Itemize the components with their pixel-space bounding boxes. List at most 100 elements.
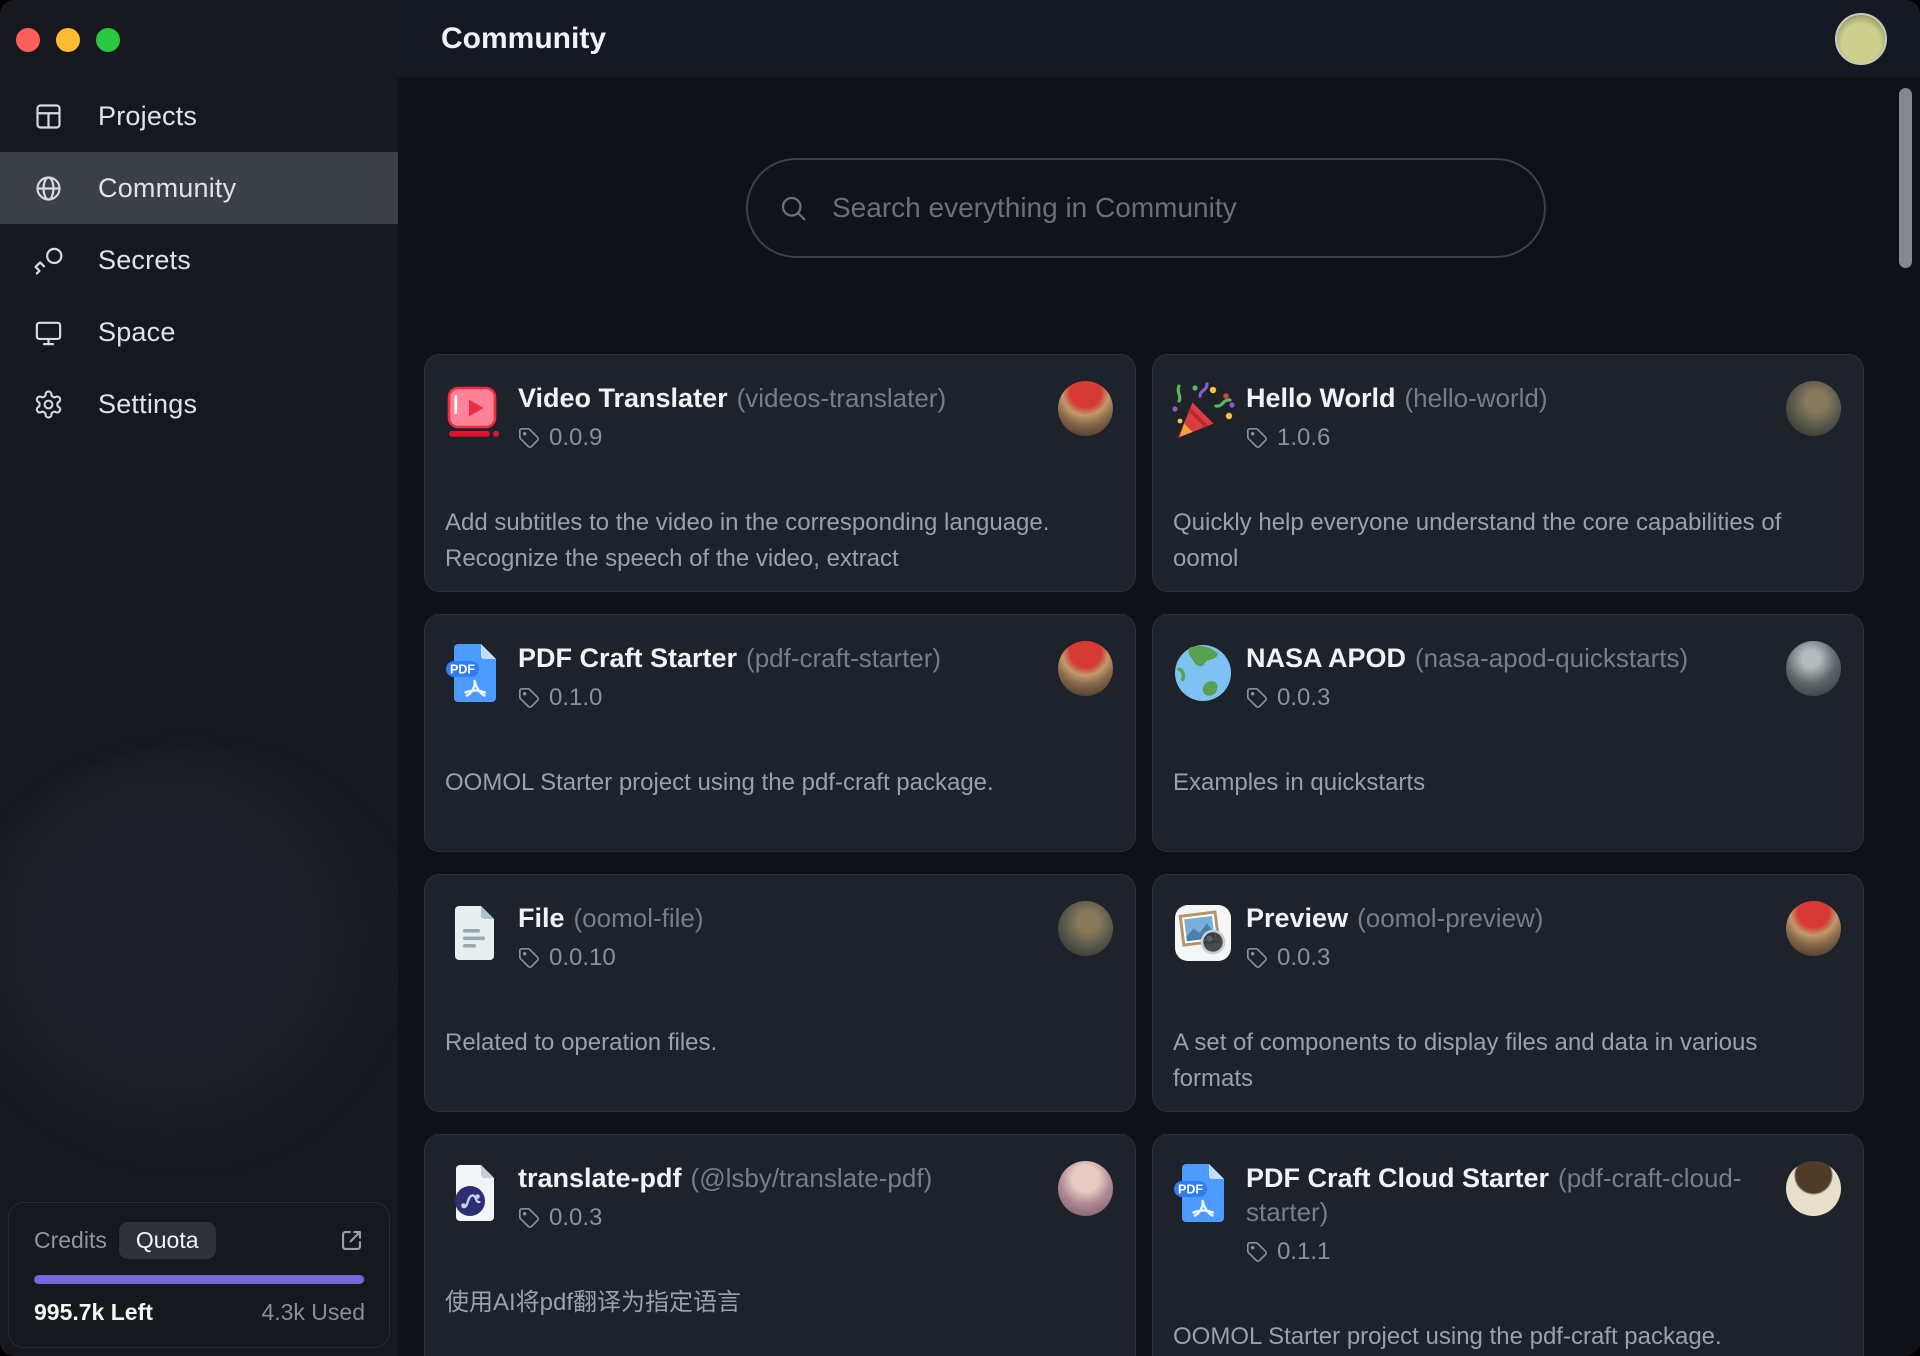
package-description: Related to operation files. bbox=[445, 1025, 1065, 1061]
package-version: 0.0.3 bbox=[549, 1203, 602, 1233]
package-slug: (nasa-apod-quickstarts) bbox=[1415, 643, 1688, 673]
zoom-button[interactable] bbox=[96, 28, 120, 52]
sidebar-nav: Projects Community Secrets Space Setting… bbox=[0, 80, 398, 440]
package-slug: (videos-translater) bbox=[737, 383, 947, 413]
projects-icon bbox=[33, 101, 64, 132]
tag-icon bbox=[1246, 1241, 1268, 1263]
external-link-icon[interactable] bbox=[338, 1227, 365, 1254]
quota-progress-bar bbox=[34, 1275, 365, 1284]
author-avatar[interactable] bbox=[1786, 1161, 1841, 1216]
author-avatar[interactable] bbox=[1786, 641, 1841, 696]
party-popper-logo bbox=[1171, 381, 1235, 445]
video-translator-logo bbox=[443, 381, 507, 445]
package-description: OOMOL Starter project using the pdf-craf… bbox=[1173, 1319, 1793, 1355]
tag-icon bbox=[518, 1207, 540, 1229]
secrets-icon bbox=[33, 245, 64, 276]
community-icon bbox=[33, 173, 64, 204]
credits-panel: Credits Quota 995.7k Left 4.3k Used bbox=[8, 1202, 390, 1348]
sidebar-item-label: Projects bbox=[98, 101, 197, 132]
package-version: 0.0.3 bbox=[1277, 943, 1330, 973]
package-slug: (pdf-craft-starter) bbox=[746, 643, 941, 673]
svg-text:PDF: PDF bbox=[1178, 1183, 1203, 1197]
package-version: 0.1.0 bbox=[549, 683, 602, 713]
package-name: Hello World bbox=[1246, 383, 1396, 413]
sidebar-item-space[interactable]: Space bbox=[0, 296, 398, 368]
package-slug: (oomol-file) bbox=[574, 903, 704, 933]
package-name: PDF Craft Cloud Starter bbox=[1246, 1163, 1549, 1193]
app-window: Projects Community Secrets Space Setting… bbox=[0, 0, 1920, 1356]
file-document-logo bbox=[443, 901, 507, 965]
package-version: 0.0.10 bbox=[549, 943, 616, 973]
package-slug: (oomol-preview) bbox=[1357, 903, 1543, 933]
package-version: 0.0.3 bbox=[1277, 683, 1330, 713]
package-description: Examples in quickstarts bbox=[1173, 765, 1793, 801]
package-card[interactable]: Preview (oomol-preview) 0.0.3 A set of co… bbox=[1152, 874, 1864, 1112]
tag-icon bbox=[518, 947, 540, 969]
minimize-button[interactable] bbox=[56, 28, 80, 52]
package-name: translate-pdf bbox=[518, 1163, 682, 1193]
package-slug: (@lsby/translate-pdf) bbox=[691, 1163, 933, 1193]
package-description: Add subtitles to the video in the corres… bbox=[445, 505, 1065, 577]
package-card[interactable]: NASA APOD (nasa-apod-quickstarts) 0.0.3 E… bbox=[1152, 614, 1864, 852]
search-input[interactable] bbox=[748, 160, 1544, 256]
package-slug: (hello-world) bbox=[1405, 383, 1548, 413]
pdf-file-logo: PDF bbox=[1171, 1161, 1235, 1225]
earth-globe-logo bbox=[1171, 641, 1235, 705]
package-grid: Video Translater (videos-translater) 0.0.… bbox=[424, 354, 1864, 1356]
traffic-lights bbox=[16, 28, 120, 52]
sidebar-item-secrets[interactable]: Secrets bbox=[0, 224, 398, 296]
package-card[interactable]: PDF PDF Craft Cloud Starter(pdf-craft-cl… bbox=[1152, 1134, 1864, 1356]
svg-text:PDF: PDF bbox=[450, 663, 475, 677]
author-avatar[interactable] bbox=[1786, 381, 1841, 436]
sidebar-item-label: Secrets bbox=[98, 245, 191, 276]
scrollbar-thumb[interactable] bbox=[1899, 88, 1912, 268]
package-description: OOMOL Starter project using the pdf-craf… bbox=[445, 765, 1065, 801]
quota-progress-fill bbox=[34, 1275, 364, 1284]
sidebar: Projects Community Secrets Space Setting… bbox=[0, 0, 399, 1356]
author-avatar[interactable] bbox=[1786, 901, 1841, 956]
sidebar-item-label: Space bbox=[98, 317, 176, 348]
sidebar-item-label: Community bbox=[98, 173, 236, 204]
package-version: 0.1.1 bbox=[1277, 1237, 1330, 1267]
header-bar: Community bbox=[398, 0, 1920, 78]
author-avatar[interactable] bbox=[1058, 1161, 1113, 1216]
preview-app-logo bbox=[1171, 901, 1235, 965]
tag-icon bbox=[1246, 687, 1268, 709]
sidebar-item-label: Settings bbox=[98, 389, 197, 420]
package-description: Quickly help everyone understand the cor… bbox=[1173, 505, 1793, 577]
credits-left-value: 995.7k Left bbox=[34, 1299, 153, 1326]
package-name: PDF Craft Starter bbox=[518, 643, 737, 673]
package-card[interactable]: translate-pdf (@lsby/translate-pdf) 0.0.3… bbox=[424, 1134, 1136, 1356]
tag-icon bbox=[1246, 427, 1268, 449]
space-icon bbox=[33, 317, 64, 348]
package-version: 0.0.9 bbox=[549, 423, 602, 453]
pdf-file-logo: PDF bbox=[443, 641, 507, 705]
package-card[interactable]: PDF PDF Craft Starter (pdf-craft-starter)… bbox=[424, 614, 1136, 852]
sidebar-item-projects[interactable]: Projects bbox=[0, 80, 398, 152]
settings-icon bbox=[33, 389, 64, 420]
translate-pdf-logo bbox=[443, 1161, 507, 1225]
credits-used-value: 4.3k Used bbox=[261, 1299, 365, 1326]
main-content: Video Translater (videos-translater) 0.0.… bbox=[398, 77, 1920, 1356]
tag-icon bbox=[1246, 947, 1268, 969]
tag-icon bbox=[518, 427, 540, 449]
package-name: Preview bbox=[1246, 903, 1348, 933]
package-card[interactable]: Hello World (hello-world) 1.0.6 Quickly h… bbox=[1152, 354, 1864, 592]
tag-icon bbox=[518, 687, 540, 709]
close-button[interactable] bbox=[16, 28, 40, 52]
package-card[interactable]: Video Translater (videos-translater) 0.0.… bbox=[424, 354, 1136, 592]
credits-tab[interactable]: Credits bbox=[34, 1227, 107, 1254]
package-description: 使用AI将pdf翻译为指定语言 bbox=[445, 1285, 1065, 1321]
author-avatar[interactable] bbox=[1058, 901, 1113, 956]
sidebar-item-community[interactable]: Community bbox=[0, 152, 398, 224]
package-name: NASA APOD bbox=[1246, 643, 1406, 673]
package-version: 1.0.6 bbox=[1277, 423, 1330, 453]
user-avatar[interactable] bbox=[1835, 13, 1887, 65]
package-name: Video Translater bbox=[518, 383, 728, 413]
author-avatar[interactable] bbox=[1058, 381, 1113, 436]
author-avatar[interactable] bbox=[1058, 641, 1113, 696]
quota-tab[interactable]: Quota bbox=[119, 1222, 216, 1259]
sidebar-item-settings[interactable]: Settings bbox=[0, 368, 398, 440]
package-card[interactable]: File(oomol-file) 0.0.10 Related to opera… bbox=[424, 874, 1136, 1112]
package-description: A set of components to display files and… bbox=[1173, 1025, 1793, 1097]
